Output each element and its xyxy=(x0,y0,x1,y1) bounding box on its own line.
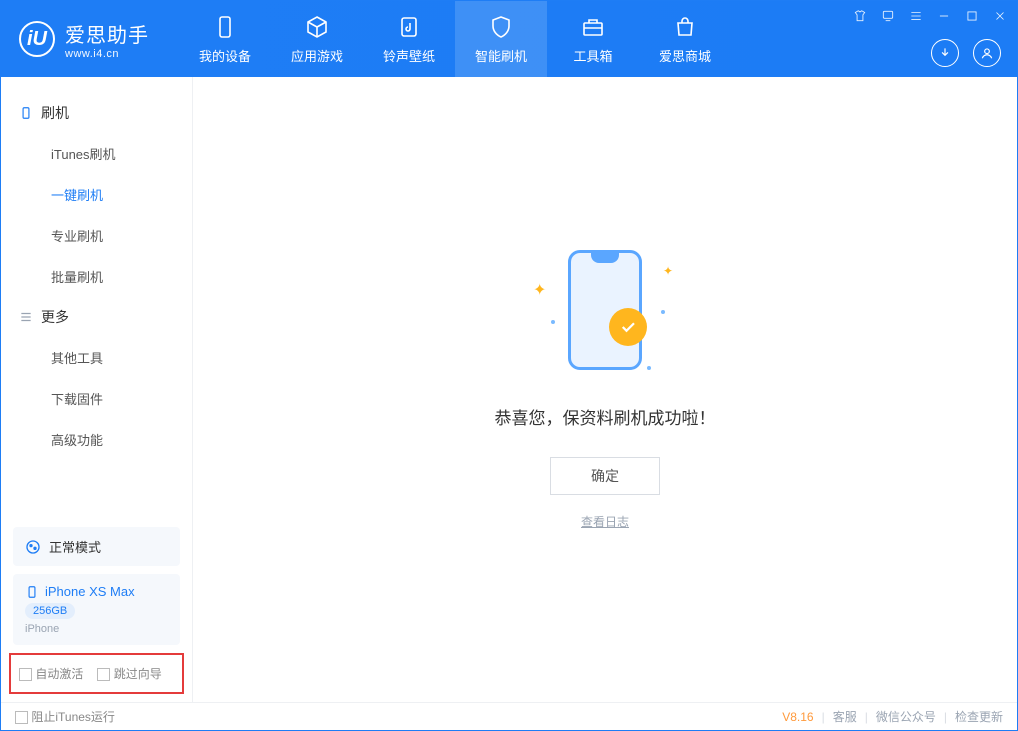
header-actions xyxy=(931,39,1001,67)
tab-label: 工具箱 xyxy=(573,46,612,65)
menu-icon[interactable] xyxy=(907,7,925,25)
main-content: ✦ ✦ 恭喜您，保资料刷机成功啦！ 确定 查看日志 xyxy=(193,77,1017,702)
music-icon xyxy=(396,14,422,40)
tab-toolbox[interactable]: 工具箱 xyxy=(547,1,639,77)
tab-label: 爱思商城 xyxy=(659,46,711,65)
tab-apps[interactable]: 应用游戏 xyxy=(271,1,363,77)
mode-label: 正常模式 xyxy=(49,537,101,556)
sidebar-item-advanced[interactable]: 高级功能 xyxy=(1,419,192,460)
logo-icon: iU xyxy=(19,21,55,57)
download-button[interactable] xyxy=(931,39,959,67)
window-controls xyxy=(851,7,1009,25)
sidebar-item-firmware[interactable]: 下载固件 xyxy=(1,378,192,419)
sidebar: 刷机 iTunes刷机 一键刷机 专业刷机 批量刷机 更多 其他工具 下载固件 … xyxy=(1,77,193,702)
checkbox-auto-activate[interactable]: 自动激活 xyxy=(19,665,83,682)
storage-pill: 256GB xyxy=(25,603,75,619)
sidebar-item-itunes[interactable]: iTunes刷机 xyxy=(1,133,192,174)
mode-box[interactable]: 正常模式 xyxy=(13,527,180,566)
wechat-link[interactable]: 微信公众号 xyxy=(876,708,936,725)
tab-label: 应用游戏 xyxy=(291,46,343,65)
skin-icon[interactable] xyxy=(851,7,869,25)
success-message: 恭喜您，保资料刷机成功啦！ xyxy=(495,404,716,429)
tab-label: 智能刷机 xyxy=(475,46,527,65)
checkbox-skip-guide[interactable]: 跳过向导 xyxy=(97,665,161,682)
app-url: www.i4.cn xyxy=(65,48,149,60)
toolbox-icon xyxy=(580,14,606,40)
group-title: 更多 xyxy=(41,307,69,327)
tab-label: 我的设备 xyxy=(199,46,251,65)
success-illustration: ✦ ✦ xyxy=(515,250,695,380)
tab-ringtones[interactable]: 铃声壁纸 xyxy=(363,1,455,77)
minimize-icon[interactable] xyxy=(935,7,953,25)
check-badge-icon xyxy=(609,308,647,346)
maximize-icon[interactable] xyxy=(963,7,981,25)
ok-button[interactable]: 确定 xyxy=(550,457,660,495)
group-more: 更多 xyxy=(1,297,192,337)
device-box[interactable]: iPhone XS Max 256GB iPhone xyxy=(13,574,180,645)
version-label: V8.16 xyxy=(782,710,813,724)
sidebar-item-pro[interactable]: 专业刷机 xyxy=(1,215,192,256)
feedback-icon[interactable] xyxy=(879,7,897,25)
group-title: 刷机 xyxy=(41,103,69,123)
logo: iU 爱思助手 www.i4.cn xyxy=(1,1,167,77)
tab-flash[interactable]: 智能刷机 xyxy=(455,1,547,77)
cube-icon xyxy=(304,14,330,40)
highlighted-options: 自动激活 跳过向导 xyxy=(9,653,184,694)
app-header: iU 爱思助手 www.i4.cn 我的设备 应用游戏 铃声壁纸 智能刷机 工具… xyxy=(1,1,1017,77)
app-name: 爱思助手 xyxy=(65,19,149,48)
bag-icon xyxy=(672,14,698,40)
tab-label: 铃声壁纸 xyxy=(383,46,435,65)
sidebar-item-batch[interactable]: 批量刷机 xyxy=(1,256,192,297)
checkbox-block-itunes[interactable]: 阻止iTunes运行 xyxy=(15,708,115,725)
close-icon[interactable] xyxy=(991,7,1009,25)
mode-icon xyxy=(25,539,41,555)
list-icon xyxy=(19,310,33,324)
sidebar-item-tools[interactable]: 其他工具 xyxy=(1,337,192,378)
device-icon xyxy=(25,585,39,599)
phone-icon xyxy=(212,14,238,40)
status-bar: 阻止iTunes运行 V8.16 | 客服 | 微信公众号 | 检查更新 xyxy=(1,702,1017,730)
tab-store[interactable]: 爱思商城 xyxy=(639,1,731,77)
update-link[interactable]: 检查更新 xyxy=(955,708,1003,725)
user-button[interactable] xyxy=(973,39,1001,67)
sidebar-item-oneclick[interactable]: 一键刷机 xyxy=(1,174,192,215)
device-type: iPhone xyxy=(25,623,59,635)
group-flash: 刷机 xyxy=(1,93,192,133)
tab-my-device[interactable]: 我的设备 xyxy=(179,1,271,77)
shield-icon xyxy=(488,14,514,40)
support-link[interactable]: 客服 xyxy=(833,708,857,725)
main-tabs: 我的设备 应用游戏 铃声壁纸 智能刷机 工具箱 爱思商城 xyxy=(179,1,731,77)
view-log-link[interactable]: 查看日志 xyxy=(581,513,629,530)
device-name-text: iPhone XS Max xyxy=(45,584,135,599)
device-small-icon xyxy=(19,106,33,120)
